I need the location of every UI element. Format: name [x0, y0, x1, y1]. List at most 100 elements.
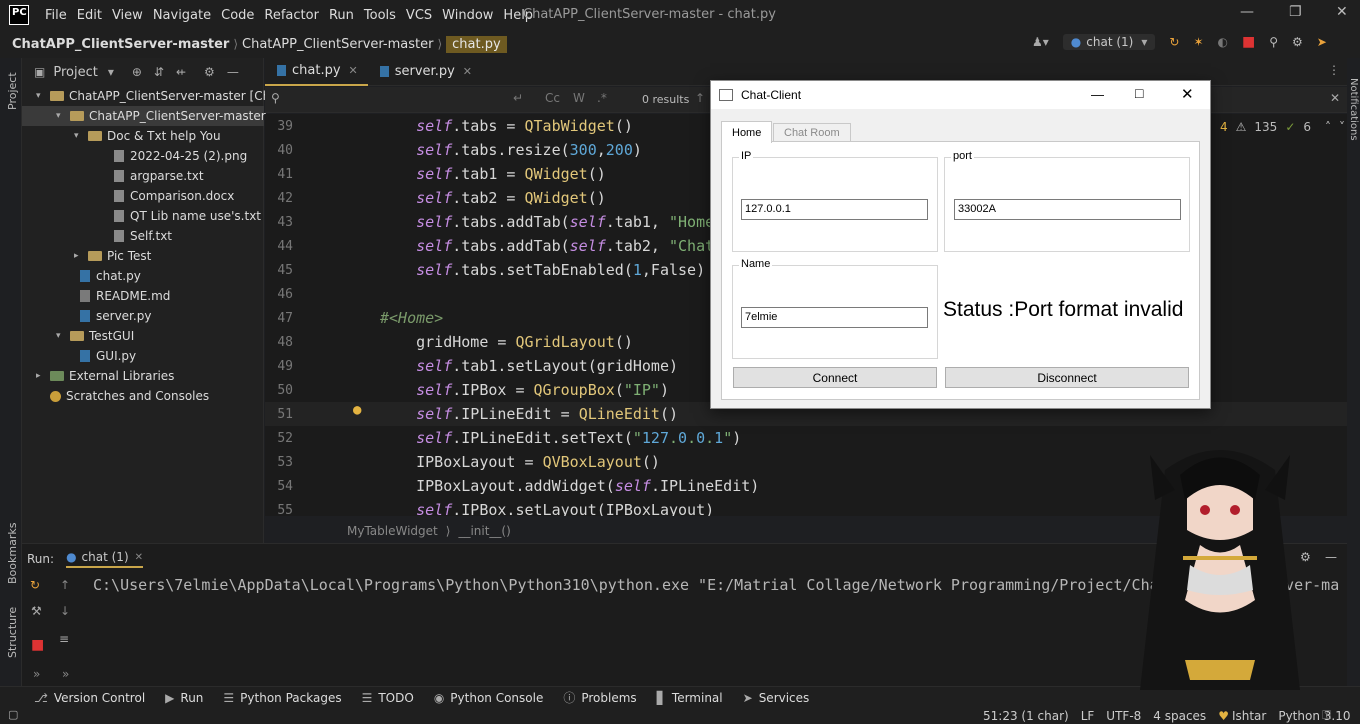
close-tab-icon[interactable]: ✕ [463, 65, 472, 78]
tree-item[interactable]: Comparison.docx [22, 186, 234, 206]
tool-version-control[interactable]: ⎇ Version Control [34, 691, 145, 705]
tree-item[interactable]: README.md [22, 286, 170, 306]
user-icon[interactable]: ♟▾ [1032, 35, 1049, 49]
chevron-down-icon[interactable]: ▾ [36, 91, 50, 101]
menu-view[interactable]: View [112, 8, 143, 23]
chevron-down-icon[interactable]: ▾ [56, 111, 70, 121]
tab-home[interactable]: Home [721, 121, 773, 143]
minimize-icon[interactable]: — [1091, 87, 1104, 102]
hide-panel-icon[interactable]: — [1325, 550, 1337, 564]
menu-vcs[interactable]: VCS [406, 8, 432, 23]
stop-icon[interactable]: ■ [1242, 34, 1255, 50]
chevron-right-icon[interactable]: ▸ [36, 371, 50, 381]
chevron-down-icon[interactable]: ▾ [108, 65, 114, 79]
tool-problems[interactable]: ⓘ Problems [563, 689, 636, 706]
up-arrow-icon[interactable]: ↑ [60, 578, 70, 592]
debug-icon[interactable]: ✶ [1193, 35, 1203, 49]
rerun-icon[interactable]: ↻ [30, 578, 40, 592]
locate-file-icon[interactable]: ⊕ [132, 65, 142, 79]
lightbulb-icon[interactable]: ● [353, 402, 361, 418]
coverage-icon[interactable]: ◐ [1218, 35, 1228, 49]
close-tab-icon[interactable]: ✕ [349, 64, 358, 77]
menu-run[interactable]: Run [329, 8, 354, 23]
line-separator[interactable]: LF [1081, 709, 1095, 723]
search-icon[interactable]: ⚲ [1269, 35, 1278, 49]
new-line-icon[interactable]: ↵ [513, 91, 523, 105]
settings-gear-icon[interactable]: ⚙ [1292, 35, 1303, 49]
chevron-down-icon[interactable]: ▾ [74, 131, 88, 141]
name-input[interactable]: 7elmie [741, 307, 928, 328]
chevron-right-icon[interactable]: ▸ [74, 251, 88, 261]
menu-code[interactable]: Code [221, 8, 254, 23]
gear-icon[interactable]: ⚙ [204, 65, 215, 79]
file-encoding[interactable]: UTF-8 [1106, 709, 1141, 723]
run-config-select[interactable]: ● chat (1) ▾ [1062, 34, 1156, 50]
menu-file[interactable]: File [45, 8, 67, 23]
tree-item[interactable]: ▸ Pic Test [22, 246, 151, 266]
tool-services[interactable]: ➤ Services [743, 691, 810, 705]
expand-all-icon[interactable]: ⇵ [154, 65, 164, 79]
project-tool-button[interactable]: Project [6, 64, 19, 116]
tool-terminal[interactable]: ▋ Terminal [657, 691, 723, 705]
menu-window[interactable]: Window [442, 8, 493, 23]
port-input[interactable]: 33002A [954, 199, 1181, 220]
breadcrumb-folder[interactable]: ChatAPP_ClientServer-master [242, 37, 433, 52]
match-case-icon[interactable]: Cc [545, 91, 560, 105]
breadcrumb-method[interactable]: __init__() [458, 524, 510, 538]
soft-wrap-icon[interactable]: ≡ [59, 632, 69, 646]
hide-panel-icon[interactable]: — [227, 65, 239, 79]
tree-item[interactable]: ▾ ChatAPP_ClientServer-master [ChatR [22, 86, 291, 106]
minimize-icon[interactable]: — [1240, 4, 1254, 20]
close-find-icon[interactable]: ✕ [1330, 91, 1340, 105]
tree-item[interactable]: Scratches and Consoles [22, 386, 209, 406]
theme-indicator[interactable]: ♥ Ishtar [1218, 709, 1266, 723]
down-arrow-icon[interactable]: ˅ [1339, 120, 1345, 134]
inspection-widget[interactable]: 4 ⚠ 135 ✓ 6 ˄ ˅ [1220, 120, 1345, 134]
collapse-all-icon[interactable]: ⇷ [176, 65, 186, 79]
structure-tool-button[interactable]: Structure [6, 607, 19, 660]
tree-item[interactable]: ▾ ChatAPP_ClientServer-master [22, 106, 266, 126]
breadcrumb-class[interactable]: MyTableWidget [347, 524, 438, 538]
more-icon[interactable]: ⋮ [1328, 63, 1340, 77]
tool-python-console[interactable]: ◉ Python Console [434, 691, 544, 705]
disconnect-button[interactable]: Disconnect [945, 367, 1189, 388]
breadcrumb-file[interactable]: chat.py [446, 35, 507, 53]
down-arrow-icon[interactable]: ↓ [60, 604, 70, 618]
caret-position[interactable]: 51:23 (1 char) [983, 709, 1069, 723]
search-input[interactable] [291, 89, 491, 109]
python-interpreter[interactable]: Python 3.10 [1278, 709, 1350, 723]
status-toggle-icon[interactable]: ▢ [8, 708, 18, 721]
breadcrumb-project[interactable]: ChatAPP_ClientServer-master [12, 37, 229, 52]
tree-item[interactable]: 2022-04-25 (2).png [22, 146, 247, 166]
more-icon[interactable]: » [33, 667, 40, 681]
update-icon[interactable]: ➤ [1317, 35, 1327, 49]
tree-item[interactable]: QT Lib name use's.txt [22, 206, 261, 226]
menu-navigate[interactable]: Navigate [153, 8, 211, 23]
tree-item[interactable]: Self.txt [22, 226, 172, 246]
tab-server-py[interactable]: server.py ✕ [368, 58, 482, 86]
ip-input[interactable]: 127.0.0.1 [741, 199, 928, 220]
maximize-icon[interactable]: □ [1135, 85, 1143, 101]
tool-todo[interactable]: ☰ TODO [362, 691, 414, 705]
tab-chat-py[interactable]: chat.py ✕ [265, 58, 368, 86]
project-view-select[interactable]: Project [53, 65, 97, 80]
whole-words-icon[interactable]: W [573, 91, 585, 105]
lock-icon[interactable]: ⚿ [1322, 708, 1331, 723]
up-arrow-icon[interactable]: ↑ [695, 91, 705, 105]
tree-item[interactable]: chat.py [22, 266, 141, 286]
bookmarks-tool-button[interactable]: Bookmarks [6, 518, 19, 588]
tool-run[interactable]: ▶ Run [165, 691, 203, 705]
regex-icon[interactable]: .* [597, 91, 607, 105]
indent-setting[interactable]: 4 spaces [1153, 709, 1206, 723]
close-icon[interactable]: ✕ [1181, 85, 1194, 103]
tool-python-packages[interactable]: ☰ Python Packages [223, 691, 341, 705]
close-icon[interactable]: ✕ [1336, 4, 1348, 20]
tree-item[interactable]: ▸ External Libraries [22, 366, 174, 386]
run-tab-chat[interactable]: ● chat (1) ✕ [66, 550, 144, 568]
more-icon[interactable]: » [62, 667, 69, 681]
connect-button[interactable]: Connect [733, 367, 937, 388]
close-tab-icon[interactable]: ✕ [135, 552, 143, 563]
restore-icon[interactable]: ❐ [1289, 4, 1302, 20]
tree-item[interactable]: ▾ Doc & Txt help You [22, 126, 221, 146]
menu-tools[interactable]: Tools [364, 8, 396, 23]
